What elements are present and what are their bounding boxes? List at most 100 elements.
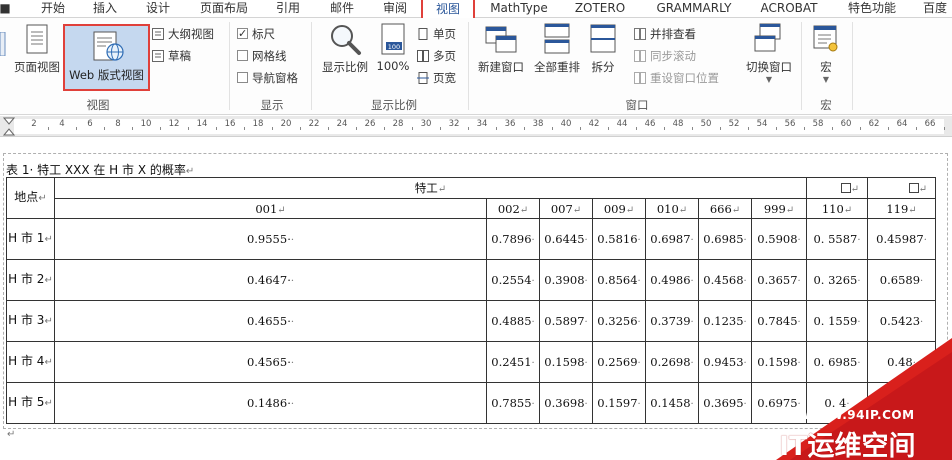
value-cell[interactable]: 0.1235· bbox=[698, 300, 752, 342]
nav-pane-checkbox[interactable]: 导航窗格 bbox=[237, 68, 298, 88]
column-header-cell[interactable]: 001↵ bbox=[54, 198, 487, 219]
value-cell[interactable]: 0.7855· bbox=[486, 382, 540, 424]
location-cell[interactable]: H 市 2↵ bbox=[6, 259, 55, 301]
value-cell[interactable]: 0.5816· bbox=[592, 218, 646, 260]
value-cell[interactable]: 0.6987· bbox=[645, 218, 699, 260]
tab-file-edge[interactable]: ■ bbox=[0, 0, 12, 18]
value-cell[interactable]: 0.6985· bbox=[698, 218, 752, 260]
tab-home[interactable]: 开始 bbox=[36, 0, 70, 18]
value-cell[interactable]: 0. 5587· bbox=[806, 218, 868, 260]
value-cell[interactable]: 0.2451· bbox=[486, 341, 540, 383]
value-cell[interactable]: 0.45987· bbox=[867, 218, 936, 260]
value-cell[interactable]: 0.3657· bbox=[751, 259, 807, 301]
value-cell[interactable]: 0.3739· bbox=[645, 300, 699, 342]
value-cell[interactable]: 0.3698· bbox=[539, 382, 593, 424]
switch-windows-button[interactable]: 切换窗口 ▼ bbox=[742, 22, 796, 84]
arrange-all-button[interactable]: 全部重排 bbox=[530, 22, 584, 75]
column-header-cell[interactable]: 999↵ bbox=[751, 198, 807, 219]
location-cell[interactable]: H 市 4↵ bbox=[6, 341, 55, 383]
column-header-cell[interactable]: 007↵ bbox=[539, 198, 593, 219]
tab-mailings[interactable]: 邮件 bbox=[325, 0, 359, 18]
value-cell[interactable]: 0.4655·· bbox=[54, 300, 487, 342]
value-cell[interactable]: 0.3695· bbox=[698, 382, 752, 424]
draft-view-button[interactable]: 草稿 bbox=[152, 46, 191, 66]
value-cell[interactable]: 0.6975· bbox=[751, 382, 807, 424]
value-cell[interactable]: 0.1458· bbox=[645, 382, 699, 424]
column-header-cell[interactable]: 010↵ bbox=[645, 198, 699, 219]
value-cell[interactable]: 0.6445· bbox=[539, 218, 593, 260]
value-cell[interactable]: 0. 6985· bbox=[806, 341, 868, 383]
column-header-cell[interactable]: 009↵ bbox=[592, 198, 646, 219]
location-header-cell[interactable]: 地点↵ bbox=[6, 177, 55, 219]
value-cell[interactable]: 0.2554· bbox=[486, 259, 540, 301]
value-cell[interactable]: 0.3256· bbox=[592, 300, 646, 342]
value-cell[interactable]: 0.1598· bbox=[539, 341, 593, 383]
value-cell[interactable]: 0.8564· bbox=[592, 259, 646, 301]
read-mode-icon[interactable] bbox=[0, 32, 6, 56]
reset-window-position-button[interactable]: 重设窗口位置 bbox=[634, 68, 719, 88]
tab-mathtype[interactable]: MathType bbox=[487, 0, 551, 18]
value-cell[interactable]: 0.4565·· bbox=[54, 341, 487, 383]
value-cell[interactable]: 0.5908· bbox=[751, 218, 807, 260]
tab-view[interactable]: 视图 bbox=[421, 0, 475, 19]
value-cell[interactable]: 0.4885· bbox=[486, 300, 540, 342]
horizontal-ruler[interactable]: 2 4 6 8 10 12 14 16 18 20 22 24 26 28 30 32 34 36 38 40 42 44… bbox=[0, 116, 952, 137]
value-cell[interactable]: 0.7896· bbox=[486, 218, 540, 260]
tab-design[interactable]: 设计 bbox=[141, 0, 175, 18]
new-window-button[interactable]: 新建窗口 bbox=[474, 22, 528, 75]
macros-button[interactable]: 宏 ▼ bbox=[808, 22, 844, 84]
value-cell[interactable]: 0.1597· bbox=[592, 382, 646, 424]
column-header-cell[interactable]: 002↵ bbox=[486, 198, 540, 219]
value-cell[interactable]: 0.5897· bbox=[539, 300, 593, 342]
column-header-cell[interactable]: 666↵ bbox=[698, 198, 752, 219]
tab-zotero[interactable]: ZOTERO bbox=[572, 0, 628, 18]
web-layout-button[interactable]: Web 版式视图 bbox=[63, 24, 150, 91]
tab-special-features[interactable]: 特色功能 bbox=[843, 0, 901, 18]
value-cell[interactable]: 0.6589· bbox=[867, 259, 936, 301]
blank-header-cell[interactable]: ↵ bbox=[806, 177, 868, 199]
value-cell[interactable]: 0.4647·· bbox=[54, 259, 487, 301]
print-layout-button[interactable]: 页面视图 bbox=[12, 22, 62, 75]
value-cell[interactable]: 0. 3265· bbox=[806, 259, 868, 301]
location-cell[interactable]: H 市 1↵ bbox=[6, 218, 55, 260]
gridlines-checkbox[interactable]: 网格线 bbox=[237, 46, 287, 66]
value-cell[interactable]: 0.48· bbox=[867, 341, 936, 383]
tab-page-layout[interactable]: 页面布局 bbox=[196, 0, 252, 18]
value-cell[interactable]: 0.4568· bbox=[698, 259, 752, 301]
location-cell[interactable]: H 市 3↵ bbox=[6, 300, 55, 342]
value-cell[interactable]: 0.2698· bbox=[645, 341, 699, 383]
tab-acrobat[interactable]: ACROBAT bbox=[757, 0, 821, 18]
tab-insert[interactable]: 插入 bbox=[88, 0, 122, 18]
location-cell[interactable]: H 市 5↵ bbox=[6, 382, 55, 424]
tab-baidu[interactable]: 百度 bbox=[918, 0, 952, 18]
outline-view-button[interactable]: 大纲视图 bbox=[152, 24, 214, 44]
ruler-checkbox[interactable]: 标尺 bbox=[237, 24, 275, 44]
view-side-by-side-button[interactable]: 并排查看 bbox=[634, 24, 696, 44]
page-width-button[interactable]: 页宽 bbox=[417, 68, 456, 88]
split-button[interactable]: 拆分 bbox=[586, 22, 620, 75]
zoom-100-button[interactable]: 100 100% bbox=[374, 22, 412, 73]
tab-review[interactable]: 审阅 bbox=[378, 0, 412, 18]
tab-references[interactable]: 引用 bbox=[271, 0, 305, 18]
value-cell[interactable]: 0.2569· bbox=[592, 341, 646, 383]
value-cell[interactable]: 0.9555·· bbox=[54, 218, 487, 260]
tab-grammarly[interactable]: GRAMMARLY bbox=[651, 0, 737, 18]
synchronous-scrolling-button[interactable]: 同步滚动 bbox=[634, 46, 696, 66]
indent-marker-icon[interactable] bbox=[3, 116, 15, 137]
value-cell[interactable]: 0.9453· bbox=[698, 341, 752, 383]
agent-header-cell[interactable]: 特工↵ bbox=[54, 177, 807, 199]
value-cell[interactable]: 0.4986· bbox=[645, 259, 699, 301]
column-header-cell[interactable]: 110↵ bbox=[806, 198, 868, 219]
value-cell[interactable]: 0.1486·· bbox=[54, 382, 487, 424]
probability-table[interactable]: 地点↵ 特工↵ ↵ ↵ 001↵ 002↵ 007↵ 009↵ 010↵ 666… bbox=[6, 177, 936, 424]
one-page-button[interactable]: 单页 bbox=[417, 24, 456, 44]
column-header-cell[interactable]: 119↵ bbox=[867, 198, 936, 219]
value-cell[interactable]: 0.7845· bbox=[751, 300, 807, 342]
value-cell[interactable]: 0.3908· bbox=[539, 259, 593, 301]
value-cell[interactable]: 0.1598· bbox=[751, 341, 807, 383]
value-cell[interactable]: 0. 1559· bbox=[806, 300, 868, 342]
zoom-button[interactable]: 显示比例 bbox=[319, 22, 371, 75]
multiple-pages-button[interactable]: 多页 bbox=[417, 46, 456, 66]
value-cell[interactable]: 0.5423· bbox=[867, 300, 936, 342]
blank-header-cell[interactable]: ↵ bbox=[867, 177, 936, 199]
